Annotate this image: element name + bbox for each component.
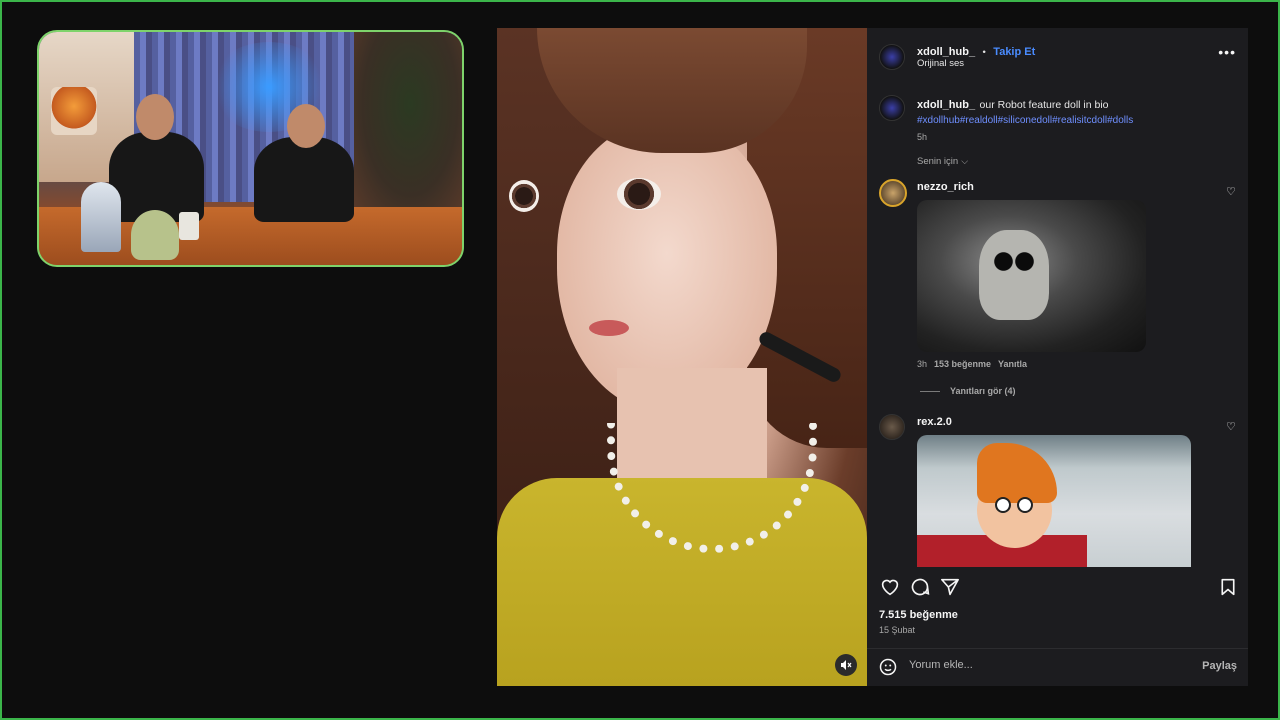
post-actions [879, 576, 1239, 598]
emoji-icon[interactable] [879, 658, 897, 681]
instagram-post: xdoll_hub_ • Takip Et Orijinal ses ••• x… [497, 28, 1248, 686]
more-horizontal-icon[interactable]: ••• [1218, 44, 1236, 60]
comment-avatar[interactable] [879, 179, 907, 207]
comment-input[interactable] [909, 659, 1159, 671]
webcam-person-right-head [287, 104, 325, 148]
webcam-person-left [109, 132, 204, 222]
follow-button[interactable]: Takip Et [993, 46, 1035, 58]
comment-like-icon[interactable]: ♡ [1226, 421, 1238, 433]
comment-icon[interactable] [909, 576, 931, 598]
send-icon[interactable] [939, 576, 961, 598]
webcam-person-left-head [136, 94, 174, 140]
post-video[interactable] [497, 28, 867, 686]
caption: xdoll_hub_ our Robot feature doll in bio… [917, 95, 1237, 142]
view-replies[interactable]: Yanıtları gör (4) [920, 386, 1016, 396]
webcam-mug [179, 212, 199, 240]
comment-like-icon[interactable]: ♡ [1226, 186, 1238, 198]
webcam-robot-toy [81, 182, 121, 252]
webcam-wall-art [51, 87, 97, 135]
caption-time: 5h [917, 132, 928, 142]
comment-meta: 3h 153 beğenme Yanıtla [917, 359, 1027, 369]
view-replies-label: Yanıtları gör (4) [950, 386, 1016, 396]
webcam-person-right [254, 137, 354, 222]
comment-time: 3h [917, 359, 928, 369]
author-separator: • [982, 47, 986, 58]
comment-bar: Paylaş [867, 649, 1248, 686]
webcam-overlay [37, 30, 464, 267]
gif-eye [995, 497, 1011, 513]
comment-likes[interactable]: 153 beğenme [934, 359, 991, 369]
comment-username[interactable]: nezzo_rich [917, 181, 974, 193]
heart-icon[interactable] [879, 576, 901, 598]
author-avatar[interactable] [879, 44, 905, 70]
video-eye-right [617, 178, 661, 210]
share-button[interactable]: Paylaş [1202, 660, 1237, 672]
caption-text: our Robot feature doll in bio [979, 99, 1109, 111]
comment-avatar[interactable] [879, 414, 905, 440]
comment-gif[interactable] [917, 435, 1191, 567]
post-header: xdoll_hub_ • Takip Et Orijinal ses [879, 42, 1239, 82]
bookmark-icon[interactable] [1217, 576, 1239, 598]
chevron-down-icon: ⌵ [961, 156, 969, 166]
post-sidebar: xdoll_hub_ • Takip Et Orijinal ses ••• x… [867, 28, 1248, 686]
like-count[interactable]: 7.515 beğenme [879, 609, 958, 621]
view-replies-line [920, 390, 940, 392]
caption-avatar[interactable] [879, 95, 905, 121]
reply-button[interactable]: Yanıtla [998, 359, 1027, 369]
webcam-figure-toy [131, 210, 179, 260]
comment-filter[interactable]: Senin için ⌵ [917, 156, 968, 167]
comment-username[interactable]: rex.2.0 [917, 416, 952, 428]
webcam-plant [354, 32, 462, 212]
gif-skull [979, 230, 1049, 320]
speaker-muted-icon[interactable] [835, 654, 857, 676]
caption-hashtags[interactable]: #xdollhub#realdoll#siliconedoll#realisit… [917, 115, 1237, 126]
author-username[interactable]: xdoll_hub_ [917, 46, 975, 58]
caption-username[interactable]: xdoll_hub_ [917, 99, 975, 111]
post-date: 15 Şubat [879, 625, 916, 635]
video-lips [589, 320, 629, 336]
video-eye-left [509, 180, 539, 212]
audio-label[interactable]: Orijinal ses [917, 58, 964, 69]
gif-eye [1017, 497, 1033, 513]
comment-gif[interactable] [917, 200, 1146, 352]
comment-filter-label: Senin için [917, 156, 959, 167]
gif-hair [977, 443, 1057, 503]
